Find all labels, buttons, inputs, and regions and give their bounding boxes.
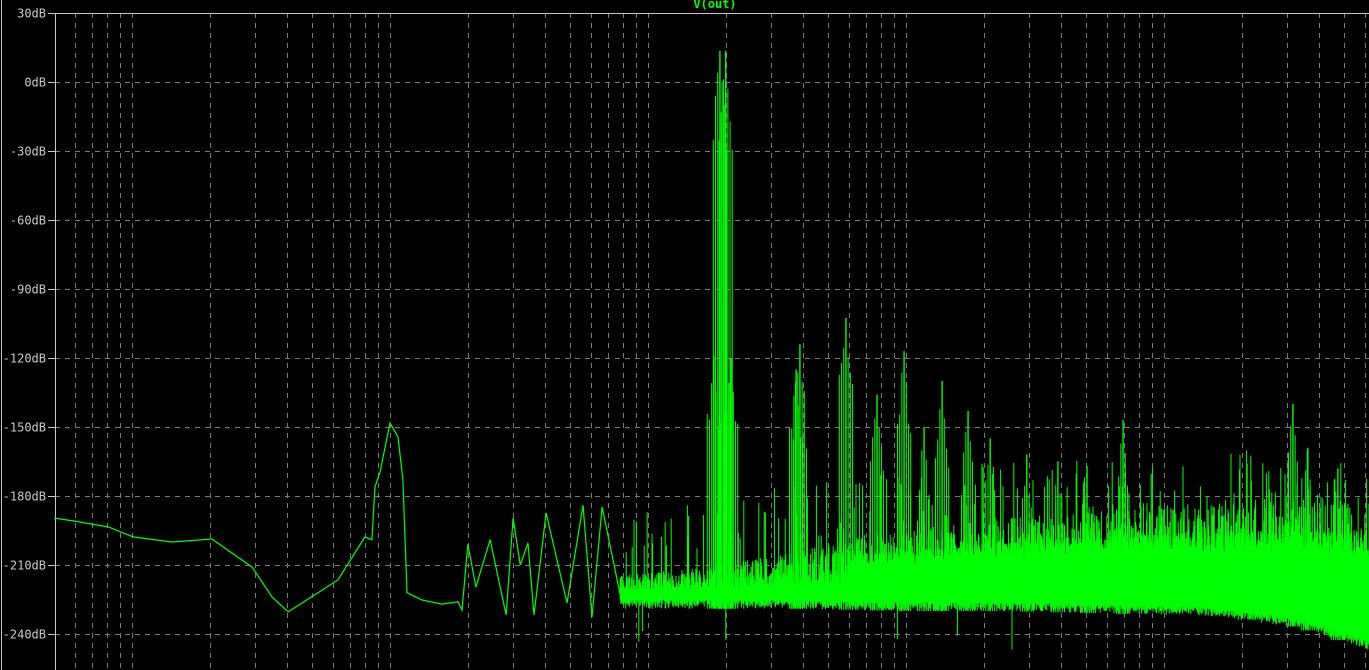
y-tick-label: -30dB — [10, 145, 46, 159]
y-tick-label: -180dB — [3, 490, 46, 504]
trace-v-out[interactable] — [54, 50, 1369, 650]
low-frequency-curve — [54, 421, 623, 618]
trace-title[interactable]: V(out) — [0, 0, 1369, 11]
y-tick-label: -60dB — [10, 214, 46, 228]
y-tick-label: -240dB — [3, 628, 46, 642]
y-tick-label: -120dB — [3, 352, 46, 366]
y-tick-label: -90dB — [10, 283, 46, 297]
y-tick-label: -150dB — [3, 421, 46, 435]
fft-plot: 30dB0dB-30dB-60dB-90dB-120dB-150dB-180dB… — [1, 0, 1369, 670]
y-axis-labels: 30dB0dB-30dB-60dB-90dB-120dB-150dB-180dB… — [3, 7, 46, 642]
y-tick-label: 0dB — [24, 76, 46, 90]
y-tick-label: -210dB — [3, 559, 46, 573]
